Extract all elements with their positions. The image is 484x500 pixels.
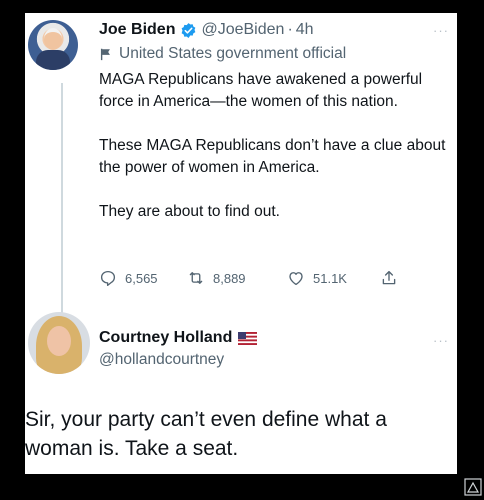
tweet2-author-name[interactable]: Courtney Holland xyxy=(99,329,232,347)
tweet1-author-name[interactable]: Joe Biden xyxy=(99,21,175,39)
tweet1-header: Joe Biden @JoeBiden · 4h xyxy=(99,19,314,41)
government-label-text: United States government official xyxy=(119,45,347,62)
tweet1-separator: · xyxy=(287,21,293,38)
retweet-icon xyxy=(189,272,203,284)
reply-count: 6,565 xyxy=(125,270,158,286)
tweet1-handle[interactable]: @JoeBiden xyxy=(201,21,284,39)
tweet1-timestamp[interactable]: 4h xyxy=(296,21,314,39)
tweet-screenshot-card: Joe Biden @JoeBiden · 4h ··· United Stat… xyxy=(25,13,457,474)
image-corner-icon xyxy=(464,478,482,496)
tweet2-handle[interactable]: @hollandcourtney xyxy=(99,351,224,369)
reply-button[interactable]: 6,565 xyxy=(99,269,158,287)
avatar-suit xyxy=(36,50,70,70)
government-flag-icon xyxy=(100,48,110,61)
tweet2-header: Courtney Holland xyxy=(99,329,258,347)
verified-badge-icon xyxy=(182,22,196,38)
avatar-courtney-holland[interactable] xyxy=(28,312,90,374)
tweet1-paragraph: These MAGA Republicans don’t have a clue… xyxy=(99,137,446,176)
tweet2-more-options-button[interactable]: ··· xyxy=(433,333,449,348)
avatar-face xyxy=(44,28,62,50)
like-button[interactable]: 51.1K xyxy=(287,269,347,287)
retweet-button[interactable]: 8,889 xyxy=(187,269,246,287)
avatar-face xyxy=(47,326,71,356)
reply-icon xyxy=(100,270,116,287)
thread-connector-line xyxy=(61,83,63,323)
tweet1-more-options-button[interactable]: ··· xyxy=(433,23,449,38)
tweet1-paragraph: MAGA Republicans have awakened a powerfu… xyxy=(99,71,423,110)
tweet1-body: MAGA Republicans have awakened a powerfu… xyxy=(99,69,455,223)
retweet-count: 8,889 xyxy=(213,270,246,286)
tweet1-paragraph: They are about to find out. xyxy=(99,203,280,220)
tweet2-body: Sir, your party can’t even define what a… xyxy=(25,408,387,460)
avatar-joe-biden[interactable] xyxy=(28,20,78,70)
tweet1-action-bar: 6,565 8,889 51.1K xyxy=(99,269,399,289)
like-count: 51.1K xyxy=(313,270,347,286)
like-icon xyxy=(289,272,303,286)
us-flag-emoji-icon xyxy=(238,331,258,345)
share-button[interactable] xyxy=(380,269,406,287)
share-icon xyxy=(382,270,396,285)
government-label[interactable]: United States government official xyxy=(99,45,346,63)
